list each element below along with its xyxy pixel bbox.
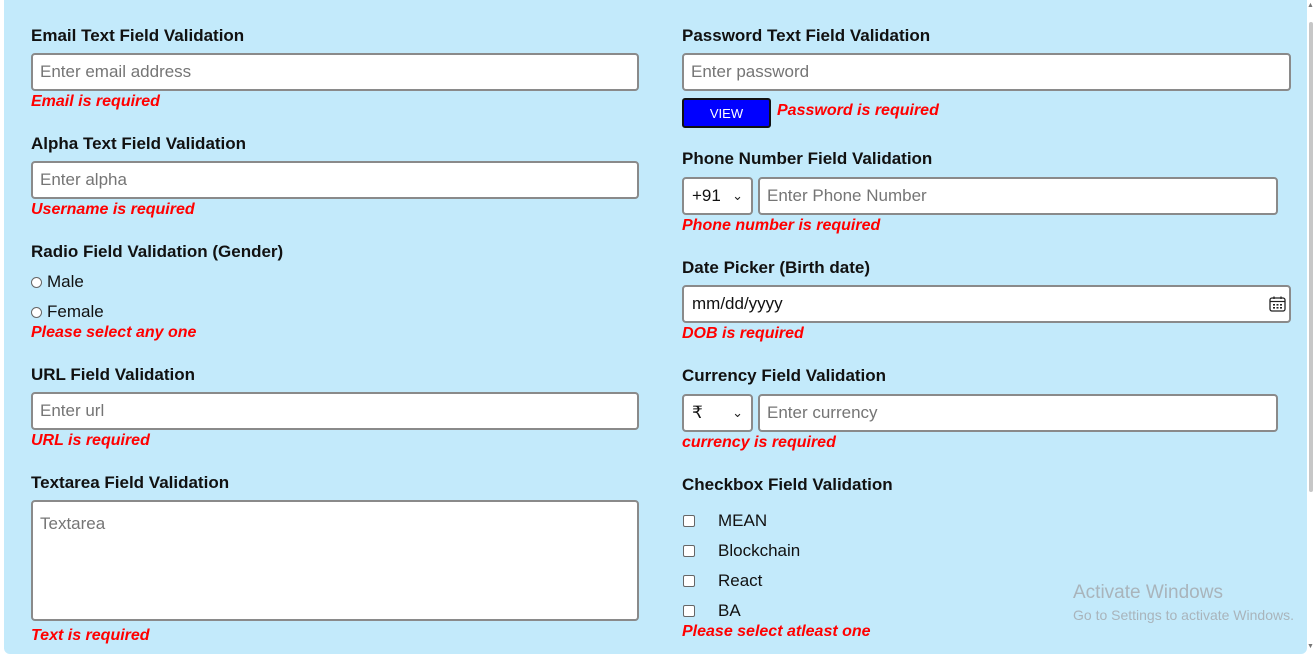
textarea-input[interactable] — [31, 500, 639, 621]
radio-male[interactable] — [31, 276, 42, 288]
alpha-label: Alpha Text Field Validation — [31, 134, 247, 153]
checkbox-option-ba[interactable]: BA — [683, 601, 741, 621]
gender-error: Please select any one — [31, 324, 197, 341]
currency-symbol-select[interactable]: ₹ ⌄ — [682, 394, 753, 432]
checkbox-error: Please select atleast one — [682, 623, 871, 640]
checkbox-option-label: MEAN — [718, 511, 768, 530]
country-code-select[interactable]: +91 ⌄ — [682, 177, 753, 215]
alpha-input[interactable] — [31, 161, 639, 199]
country-code-value: +91 — [692, 186, 721, 205]
textarea-error: Text is required — [31, 627, 150, 644]
dob-label: Date Picker (Birth date) — [682, 258, 870, 277]
checkbox-label: Checkbox Field Validation — [682, 475, 893, 494]
gender-option-female[interactable]: Female — [31, 302, 104, 322]
activate-windows-subtitle: Go to Settings to activate Windows. — [1073, 607, 1294, 623]
scrollbar-thumb[interactable] — [1309, 22, 1313, 492]
dob-error: DOB is required — [682, 325, 804, 342]
checkbox-option-blockchain[interactable]: Blockchain — [683, 541, 800, 561]
checkbox-mean[interactable] — [683, 515, 695, 527]
url-input[interactable] — [31, 392, 639, 430]
checkbox-option-label: BA — [718, 601, 741, 620]
url-label: URL Field Validation — [31, 365, 196, 384]
calendar-icon[interactable] — [1269, 296, 1286, 312]
email-label: Email Text Field Validation — [31, 26, 245, 45]
dob-value: mm/dd/yyyy — [692, 294, 783, 313]
gender-option-label: Female — [47, 302, 104, 321]
phone-label: Phone Number Field Validation — [682, 149, 933, 168]
scroll-down-arrow-icon[interactable]: ▼ — [1307, 643, 1314, 650]
checkbox-option-label: Blockchain — [718, 541, 801, 560]
checkbox-ba[interactable] — [683, 605, 695, 617]
checkbox-option-mean[interactable]: MEAN — [683, 511, 767, 531]
checkbox-option-react[interactable]: React — [683, 571, 762, 591]
phone-input[interactable] — [758, 177, 1278, 215]
textarea-label: Textarea Field Validation — [31, 473, 230, 492]
chevron-down-icon: ⌄ — [732, 188, 743, 203]
password-label: Password Text Field Validation — [682, 26, 931, 45]
activate-windows-title: Activate Windows — [1073, 582, 1223, 603]
checkbox-react[interactable] — [683, 575, 695, 587]
password-input[interactable] — [682, 53, 1291, 91]
currency-error: currency is required — [682, 434, 836, 451]
email-input[interactable] — [31, 53, 639, 91]
view-password-button[interactable]: VIEW — [682, 98, 771, 128]
gender-option-male[interactable]: Male — [31, 272, 84, 292]
currency-symbol-value: ₹ — [692, 403, 703, 422]
checkbox-option-label: React — [718, 571, 763, 590]
scroll-up-arrow-icon[interactable]: ▲ — [1307, 2, 1314, 9]
url-error: URL is required — [31, 432, 150, 449]
password-error: Password is required — [777, 102, 939, 119]
dob-date-input[interactable]: mm/dd/yyyy — [682, 285, 1291, 323]
phone-error: Phone number is required — [682, 217, 881, 234]
email-error: Email is required — [31, 93, 160, 110]
currency-input[interactable] — [758, 394, 1278, 432]
chevron-down-icon: ⌄ — [732, 405, 743, 420]
gender-label: Radio Field Validation (Gender) — [31, 242, 284, 261]
gender-option-label: Male — [47, 272, 84, 291]
currency-label: Currency Field Validation — [682, 366, 887, 385]
checkbox-blockchain[interactable] — [683, 545, 695, 557]
alpha-error: Username is required — [31, 201, 195, 218]
radio-female[interactable] — [31, 306, 42, 318]
